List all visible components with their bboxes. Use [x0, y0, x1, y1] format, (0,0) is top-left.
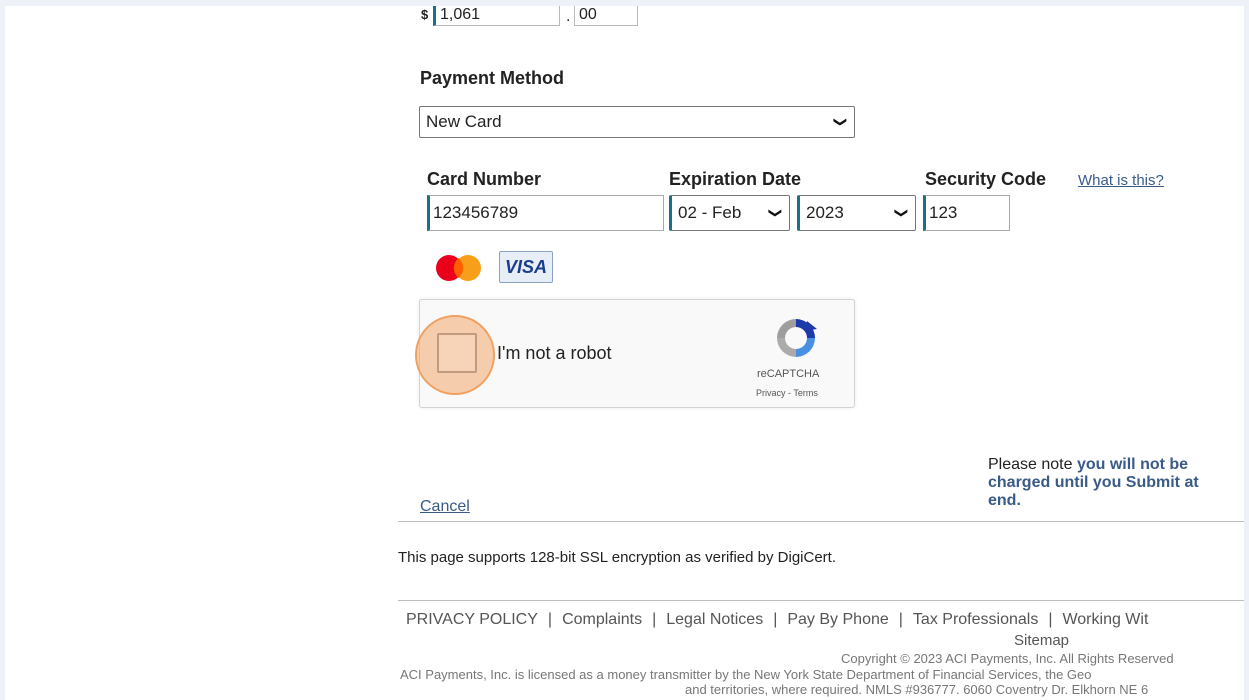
card-number-label: Card Number [427, 169, 542, 189]
expiration-month-value: 02 - Feb [678, 203, 742, 222]
cancel-link[interactable]: Cancel [420, 498, 470, 516]
charge-note-prefix: Please note [988, 456, 1077, 473]
chevron-down-icon: ❯ [894, 207, 910, 219]
payment-page: $ 1,061 . 00 Payment Method New Card ❯ C… [5, 6, 1244, 700]
footer-link-tax-professionals[interactable]: Tax Professionals [913, 611, 1038, 628]
license-notice: ACI Payments, Inc. is licensed as a mone… [400, 667, 1092, 682]
recaptcha-checkbox[interactable] [437, 333, 477, 373]
divider [398, 600, 1244, 601]
license-notice-2: and territories, where required. NMLS #9… [685, 682, 1149, 697]
footer-link-legal-notices[interactable]: Legal Notices [666, 611, 763, 628]
expiration-year-select[interactable]: 2023 ❯ [797, 195, 916, 231]
amount-dollars-input[interactable]: 1,061 [433, 6, 560, 26]
security-code-label: Security Code [925, 169, 1047, 189]
footer-link-sitemap[interactable]: Sitemap [1014, 632, 1069, 649]
charge-note: Please note you will not be charged unti… [988, 456, 1224, 510]
chevron-down-icon: ❯ [833, 116, 849, 128]
footer-link-pay-by-phone[interactable]: Pay By Phone [787, 611, 888, 628]
footer-link-privacy-policy[interactable]: PRIVACY POLICY [406, 611, 538, 628]
visa-icon: VISA [499, 251, 553, 283]
expiration-month-select[interactable]: 02 - Feb ❯ [669, 195, 790, 231]
footer-link-working-with[interactable]: Working Wit [1062, 611, 1148, 628]
card-number-input[interactable]: 123456789 [427, 195, 664, 231]
expiration-year-value: 2023 [806, 203, 844, 222]
payment-method-value: New Card [426, 112, 502, 131]
payment-method-select[interactable]: New Card ❯ [419, 106, 855, 138]
currency-symbol: $ [421, 7, 429, 22]
recaptcha-privacy-terms[interactable]: Privacy - Terms [756, 388, 818, 398]
chevron-down-icon: ❯ [768, 207, 784, 219]
expiration-date-label: Expiration Date [669, 169, 802, 189]
footer-links: PRIVACY POLICY | Complaints | Legal Notices |… [406, 611, 1149, 628]
mastercard-icon [436, 255, 481, 281]
security-code-input[interactable]: 123 [923, 195, 1010, 231]
recaptcha-brand: reCAPTCHA [757, 368, 820, 380]
ssl-notice: This page supports 128-bit SSL encryptio… [398, 549, 836, 566]
amount-cents-input[interactable]: 00 [574, 6, 638, 26]
decimal-separator: . [566, 8, 571, 25]
payment-method-title: Payment Method [420, 68, 565, 88]
recaptcha-label: I'm not a robot [497, 343, 612, 363]
divider [398, 521, 1244, 522]
what-is-this-link[interactable]: What is this? [1078, 172, 1164, 189]
footer-link-complaints[interactable]: Complaints [562, 611, 642, 628]
recaptcha-logo-icon [777, 319, 817, 357]
copyright: Copyright © 2023 ACI Payments, Inc. All … [841, 651, 1174, 666]
